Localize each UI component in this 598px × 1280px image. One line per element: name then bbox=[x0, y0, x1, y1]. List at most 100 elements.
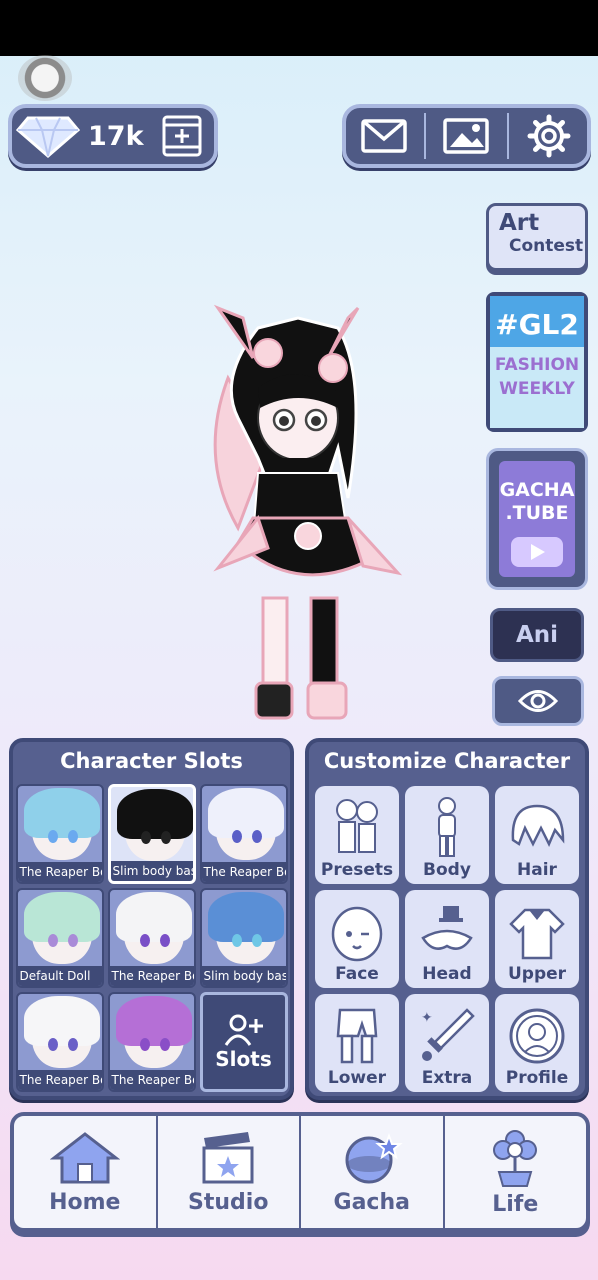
separator bbox=[506, 113, 509, 159]
art-contest-line1: Art bbox=[499, 210, 540, 236]
nav-life[interactable]: Life bbox=[445, 1116, 587, 1228]
toggle-ui-button[interactable] bbox=[492, 676, 584, 726]
nav-label: Studio bbox=[188, 1189, 269, 1215]
customize-upper-button[interactable]: Upper bbox=[495, 890, 579, 988]
customize-label: Lower bbox=[327, 1068, 387, 1088]
add-gems-icon[interactable] bbox=[160, 114, 204, 158]
nav-studio[interactable]: Studio bbox=[158, 1116, 301, 1228]
avatar-eye bbox=[251, 934, 262, 947]
avatar-eye bbox=[139, 1038, 150, 1051]
customize-title: Customize Character bbox=[323, 749, 571, 773]
bottom-navigation: Home Studio Gacha Life bbox=[10, 1112, 590, 1232]
character-slot[interactable]: The Reaper Bo bbox=[107, 888, 196, 988]
gl2-line1: FASHION bbox=[494, 355, 580, 375]
diamond-icon bbox=[16, 116, 80, 158]
avatar-eye bbox=[47, 934, 58, 947]
customize-label: Presets bbox=[320, 860, 394, 880]
settings-icon bbox=[527, 114, 571, 158]
shirt-icon bbox=[509, 908, 565, 960]
avatar-hair bbox=[23, 996, 100, 1046]
avatar-eye bbox=[160, 831, 171, 844]
character-slot-selected[interactable]: Slim body bas bbox=[107, 784, 196, 884]
avatar-hair bbox=[115, 892, 192, 942]
slot-label: Slim body bas bbox=[201, 966, 286, 986]
nav-label: Life bbox=[492, 1191, 539, 1217]
customize-label: Face bbox=[335, 964, 379, 984]
character-slot[interactable]: Default Doll bbox=[15, 888, 104, 988]
house-icon bbox=[49, 1131, 120, 1183]
customize-body-button[interactable]: Body bbox=[405, 786, 489, 884]
customize-label: Head bbox=[422, 964, 472, 984]
customize-label: Extra bbox=[421, 1068, 473, 1088]
customize-lower-button[interactable]: Lower bbox=[315, 994, 399, 1092]
gacha-tube-button[interactable]: GACHA .TUBE bbox=[486, 448, 588, 590]
slot-label: Default Doll bbox=[17, 966, 102, 986]
customize-presets-button[interactable]: Presets bbox=[315, 786, 399, 884]
gacha-tube-line1: GACHA bbox=[499, 479, 575, 501]
top-hat-icon bbox=[421, 906, 473, 950]
character-slots-title: Character Slots bbox=[60, 749, 243, 773]
character-slot[interactable]: The Reaper Bo bbox=[15, 992, 104, 1092]
gl2-title: #GL2 bbox=[490, 296, 584, 347]
avatar-eye bbox=[159, 1038, 170, 1051]
profile-icon bbox=[509, 1008, 565, 1064]
gl2-fashion-weekly-button[interactable]: #GL2 FASHION WEEKLY bbox=[486, 292, 588, 432]
slot-grid: The Reaper Bo Slim body bas The Reaper B… bbox=[15, 784, 288, 1092]
customize-label: Upper bbox=[507, 964, 567, 984]
slot-label: The Reaper Bo bbox=[17, 1070, 102, 1090]
eye-icon bbox=[518, 690, 558, 712]
customize-head-button[interactable]: Head bbox=[405, 890, 489, 988]
add-slots-button[interactable]: Slots bbox=[199, 992, 288, 1092]
separator bbox=[424, 113, 427, 159]
character-slot[interactable]: Slim body bas bbox=[199, 888, 288, 988]
character-preview[interactable] bbox=[198, 298, 403, 728]
nav-home[interactable]: Home bbox=[14, 1116, 158, 1228]
character-slots-panel: Character Slots The Reaper Bo Slim body … bbox=[9, 738, 294, 1100]
avatar-eye bbox=[140, 831, 151, 844]
gallery-button[interactable] bbox=[431, 108, 501, 164]
customize-grid: Presets Body Hair Face Head Upper Lower … bbox=[309, 786, 585, 1092]
character-slot[interactable]: The Reaper Bo bbox=[15, 784, 104, 884]
gem-count: 17k bbox=[88, 120, 144, 152]
mail-icon bbox=[360, 119, 407, 153]
slot-label: The Reaper Bo bbox=[109, 1070, 194, 1090]
avatar-eye bbox=[67, 934, 78, 947]
avatar-eye bbox=[67, 830, 78, 843]
slot-label: The Reaper Bo bbox=[109, 966, 194, 986]
customize-face-button[interactable]: Face bbox=[315, 890, 399, 988]
avatar-hair bbox=[207, 788, 284, 838]
hair-icon bbox=[511, 804, 565, 847]
settings-button[interactable] bbox=[514, 108, 584, 164]
sword-icon: ✦ bbox=[421, 1008, 475, 1061]
floating-record-button[interactable] bbox=[18, 55, 72, 101]
character-slot[interactable]: The Reaper Bo bbox=[199, 784, 288, 884]
customize-profile-button[interactable]: Profile bbox=[495, 994, 579, 1092]
avatar-hair bbox=[23, 788, 100, 838]
avatar-hair bbox=[23, 892, 100, 942]
customize-hair-button[interactable]: Hair bbox=[495, 786, 579, 884]
avatar-hair bbox=[207, 892, 284, 942]
avatar-eye bbox=[159, 934, 170, 947]
svg-text:✦: ✦ bbox=[421, 1010, 433, 1026]
gacha-orb-icon bbox=[345, 1132, 403, 1183]
ani-button[interactable]: Ani bbox=[490, 608, 584, 662]
avatar-eye bbox=[47, 830, 58, 843]
gacha-tube-line2: .TUBE bbox=[505, 502, 569, 524]
avatar-eye bbox=[47, 1038, 58, 1051]
customize-label: Profile bbox=[505, 1068, 569, 1088]
nav-label: Home bbox=[49, 1189, 121, 1215]
face-icon bbox=[331, 906, 383, 962]
avatar-hair bbox=[115, 996, 192, 1046]
nav-gacha[interactable]: Gacha bbox=[301, 1116, 445, 1228]
customize-character-panel: Customize Character Presets Body Hair Fa… bbox=[305, 738, 589, 1100]
mail-button[interactable] bbox=[349, 108, 419, 164]
add-user-icon bbox=[224, 1014, 263, 1046]
art-contest-button[interactable]: Art Contest bbox=[486, 203, 588, 271]
character-slot[interactable]: The Reaper Bo bbox=[107, 992, 196, 1092]
art-contest-line2: Contest bbox=[509, 236, 584, 256]
customize-extra-button[interactable]: ✦ Extra bbox=[405, 994, 489, 1092]
play-icon bbox=[511, 537, 563, 567]
slot-label: The Reaper Bo bbox=[17, 862, 102, 882]
avatar-eye bbox=[139, 934, 150, 947]
presets-icon bbox=[336, 799, 378, 853]
